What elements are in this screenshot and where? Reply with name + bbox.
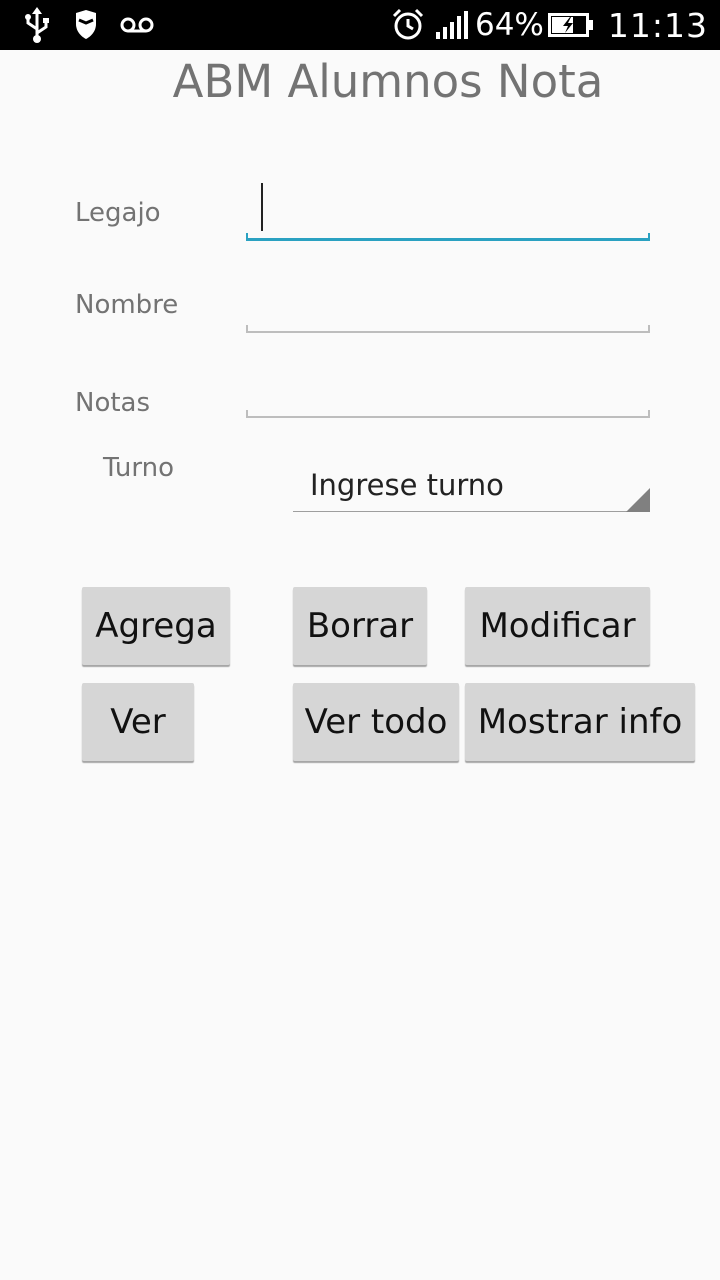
- voicemail-icon: [120, 16, 154, 34]
- status-bar: 64% 11:13: [0, 0, 720, 50]
- alarm-icon: [391, 8, 425, 42]
- status-bar-left: [22, 0, 154, 50]
- legajo-input[interactable]: [246, 183, 650, 241]
- usb-icon: [22, 7, 52, 43]
- borrar-button[interactable]: Borrar: [293, 587, 427, 665]
- text-cursor: [261, 183, 263, 231]
- ver-todo-button[interactable]: Ver todo: [293, 683, 459, 761]
- shield-icon: [74, 10, 98, 40]
- notas-input[interactable]: [246, 388, 650, 418]
- signal-icon: [435, 10, 469, 40]
- clock: 11:13: [607, 5, 708, 45]
- notas-label: Notas: [75, 388, 151, 418]
- ver-button[interactable]: Ver: [82, 683, 194, 761]
- dropdown-arrow-icon: [626, 488, 650, 512]
- status-bar-right: 64% 11:13: [391, 0, 708, 50]
- modificar-button[interactable]: Modificar: [465, 587, 650, 665]
- battery-percent: 64%: [474, 7, 544, 43]
- turno-spinner[interactable]: Ingrese turno: [293, 460, 650, 512]
- nombre-label: Nombre: [75, 290, 179, 320]
- turno-label: Turno: [103, 453, 175, 483]
- turno-selected-value: Ingrese turno: [310, 468, 504, 502]
- battery-charging-icon: [547, 13, 594, 37]
- mostrar-info-button[interactable]: Mostrar info: [465, 683, 695, 761]
- agrega-button[interactable]: Agrega: [82, 587, 230, 665]
- page-title: ABM Alumnos Nota: [172, 55, 604, 108]
- nombre-input[interactable]: [246, 303, 650, 333]
- legajo-label: Legajo: [75, 198, 161, 228]
